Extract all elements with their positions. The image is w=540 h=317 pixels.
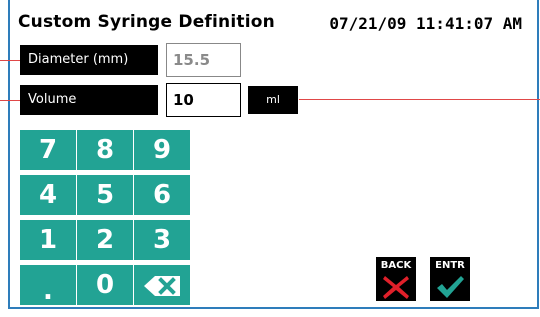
backspace-icon: [134, 275, 190, 297]
volume-leader-line-right: [299, 99, 540, 100]
back-label: BACK: [380, 260, 412, 271]
diameter-field[interactable]: 15.5: [166, 43, 241, 77]
enter-label: ENTR: [435, 260, 465, 271]
volume-label: Volume: [20, 85, 158, 115]
datetime-display: 07/21/09 11:41:07 AM: [329, 14, 522, 33]
volume-unit-button[interactable]: ml: [248, 86, 298, 114]
key-decimal[interactable]: .: [20, 265, 76, 306]
key-1[interactable]: 1: [20, 220, 76, 260]
diameter-leader-line: [0, 60, 20, 61]
key-7[interactable]: 7: [20, 130, 76, 170]
volume-leader-line-left: [0, 100, 20, 101]
key-9[interactable]: 9: [134, 130, 190, 170]
key-8[interactable]: 8: [77, 130, 133, 170]
back-button[interactable]: BACK: [376, 257, 416, 301]
volume-field[interactable]: 10: [166, 83, 241, 117]
key-5[interactable]: 5: [77, 175, 133, 215]
key-4[interactable]: 4: [20, 175, 76, 215]
page-title: Custom Syringe Definition: [18, 12, 275, 32]
backspace-key[interactable]: [134, 265, 190, 305]
diameter-label: Diameter (mm): [20, 45, 158, 75]
enter-button[interactable]: ENTR: [430, 257, 470, 301]
green-check-icon: [430, 274, 470, 300]
red-x-icon: [376, 274, 416, 300]
key-6[interactable]: 6: [134, 175, 190, 215]
key-2[interactable]: 2: [77, 220, 133, 260]
key-3[interactable]: 3: [134, 220, 190, 260]
key-0[interactable]: 0: [77, 265, 133, 305]
